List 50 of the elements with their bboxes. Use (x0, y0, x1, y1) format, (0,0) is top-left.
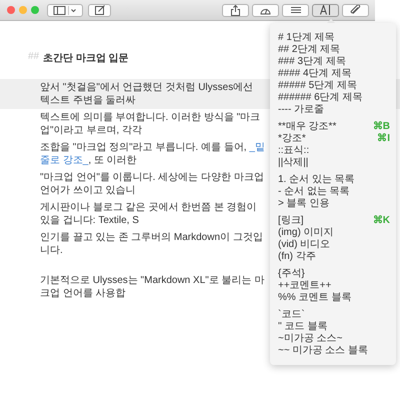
menu-item[interactable]: (vid) 비디오 (278, 239, 390, 251)
menu-item[interactable]: ###### 6단계 제목 (278, 92, 390, 104)
menu-item[interactable]: %% 코멘트 블록 (278, 292, 390, 304)
menu-item[interactable]: # 1단계 제목 (278, 32, 390, 44)
menu-item[interactable]: - 순서 없는 목록 (278, 186, 390, 198)
menu-item[interactable]: ~~ 미가공 소스 블록 (278, 345, 390, 357)
menu-item[interactable]: [링크] ⌘K (278, 215, 390, 227)
new-sheet-button[interactable] (88, 4, 111, 16)
menu-item[interactable]: > 블록 인용 (278, 198, 390, 210)
text-line: "마크업 언어"를 이룹니다. 세상에는 다양한 마크업 언어가 쓰이고 있습니 (40, 171, 265, 197)
menu-item[interactable]: **매우 강조** ⌘B (278, 121, 390, 133)
heading-marker: ## (28, 51, 40, 64)
menu-item[interactable]: (fn) 각주 (278, 251, 390, 263)
dashboard-button[interactable] (252, 4, 279, 16)
markup-button[interactable] (312, 4, 339, 16)
text-line: 게시판이나 블로그 같은 곳에서 한번쯤 본 경험이 있을 겁니다: Textile, S (40, 201, 258, 227)
text-line: 앞서 "첫걸음"에서 언급했던 것처럼 Ulysses에선 텍스트 주변을 둘러싸 (40, 81, 254, 107)
menu-item[interactable]: 1. 순서 있는 목록 (278, 174, 390, 186)
menu-item[interactable]: {주석} (278, 268, 390, 280)
menu-item[interactable]: ---- 가로줄 (278, 104, 390, 116)
menu-item[interactable]: ++코멘트++ (278, 280, 390, 292)
heading-text: 초간단 마크업 입문 (43, 52, 129, 65)
sidebar-toggle-button[interactable] (47, 4, 83, 16)
menu-item[interactable]: ## 2단계 제목 (278, 44, 390, 56)
attachments-button[interactable] (342, 4, 369, 16)
menu-item[interactable]: (img) 이미지 (278, 227, 390, 239)
share-button[interactable] (222, 4, 249, 16)
markup-icon (320, 5, 331, 15)
compose-icon (94, 5, 104, 15)
menu-item[interactable]: ~미가공 소스~ (278, 333, 390, 345)
window-control-dot[interactable] (31, 6, 39, 14)
text-line: 기본적으로 Ulysses는 "Markdown XL"로 불리는 마크업 언어를 사용합 (40, 274, 265, 300)
menu-item[interactable]: ##### 5단계 제목 (278, 80, 390, 92)
menu-item[interactable]: #### 4단계 제목 (278, 68, 390, 80)
menu-item[interactable]: `코드` (278, 309, 390, 321)
text-line: 인기를 끌고 있는 존 그루버의 Markdown이 그것입니다. (40, 231, 264, 257)
window-control-dot[interactable] (19, 6, 27, 14)
text-line: 텍스트에 의미를 부여합니다. 이러한 방식을 "마크업"이라고 부르며, 각각 (40, 111, 262, 137)
menu-item[interactable]: ::표식:: (278, 145, 390, 157)
share-icon (231, 4, 240, 16)
list-icon (290, 6, 300, 14)
menu-item[interactable]: *강조* ⌘I (278, 133, 390, 145)
sheet-list-button[interactable] (282, 4, 309, 16)
menu-item[interactable]: ||삭제|| (278, 157, 390, 169)
menu-item[interactable]: ### 3단계 제목 (278, 56, 390, 68)
text-line: 조합을 "마크업 정의"라고 부릅니다. 예를 들어, _밑줄로 강조_, 또 이러한 (40, 141, 265, 167)
sidebar-icon (53, 6, 77, 14)
paperclip-icon (350, 5, 362, 15)
window-control-dot[interactable] (7, 6, 15, 14)
menu-item[interactable]: '' 코드 블록 (278, 321, 390, 333)
